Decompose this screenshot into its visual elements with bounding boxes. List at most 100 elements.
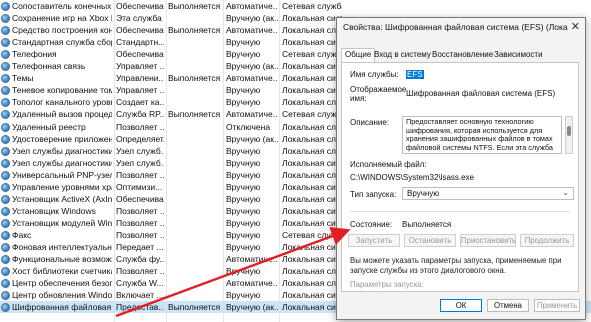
close-icon[interactable]: ✕	[571, 20, 580, 33]
tab-dependencies[interactable]: Зависимости	[491, 49, 546, 61]
status-label: Состояние:	[350, 220, 393, 229]
service-desc-cell: Служба W...	[116, 278, 164, 289]
description-box[interactable]: Предоставляет основную технологию шифров…	[402, 116, 562, 154]
service-name-cell: Телефонная связь	[12, 61, 86, 72]
service-logon-cell: Сетевая служба	[282, 109, 342, 120]
service-name-cell: Факс	[12, 229, 32, 240]
service-logon-cell: Локальная служб	[282, 169, 342, 180]
service-name-cell: Хост библиотеки счетчика ...	[12, 266, 112, 277]
service-name-value[interactable]: EFS	[406, 70, 424, 79]
service-gear-icon	[1, 2, 10, 11]
service-startup-cell: Вручную	[226, 169, 261, 180]
service-name-label: Имя службы:	[350, 70, 399, 79]
service-startup-cell: Автоматиче...	[226, 73, 278, 84]
service-gear-icon	[1, 303, 10, 313]
service-gear-icon	[1, 255, 10, 265]
service-logon-cell: Локальная служб	[282, 133, 342, 144]
service-startup-cell: Вручную	[226, 37, 261, 48]
service-desc-cell: Обеспечива...	[116, 1, 164, 11]
tab-recovery[interactable]: Восстановление	[429, 49, 496, 61]
service-logon-cell: Локальная служб	[282, 97, 342, 108]
service-state-cell: Выполняется	[168, 109, 220, 120]
service-gear-icon	[1, 26, 10, 36]
service-startup-cell: Автоматиче...	[226, 109, 278, 120]
service-desc-cell: Позволяет ...	[116, 169, 164, 180]
service-gear-icon	[1, 74, 10, 84]
tab-logon[interactable]: Вход в систему	[371, 49, 434, 61]
service-startup-cell: Вручную (ак...	[226, 133, 278, 144]
ok-button[interactable]: ОК	[440, 299, 482, 312]
service-name-cell: Управление уровнями хран...	[12, 181, 112, 192]
service-gear-icon	[1, 170, 10, 180]
service-logon-cell: Локальная систе	[282, 61, 342, 72]
service-startup-cell: Вручную	[226, 229, 261, 240]
service-name-cell: Сопоставитель конечных т...	[12, 1, 112, 11]
description-scrollbar[interactable]	[565, 116, 573, 154]
scroll-thumb[interactable]	[567, 126, 571, 136]
service-desc-cell: Эта служба ...	[116, 13, 164, 24]
pause-button[interactable]: Приостановить	[460, 234, 516, 247]
service-logon-cell: Локальная систе	[282, 242, 342, 252]
table-row[interactable]: Сопоставитель конечных т... Обеспечива...…	[0, 0, 591, 12]
service-desc-cell: Позволяет ...	[116, 266, 164, 277]
efs-properties-dialog: Свойства: Шифрованная файловая система (…	[336, 17, 586, 320]
service-desc-cell: Позволяет ...	[116, 217, 164, 228]
service-desc-cell: Обеспечива...	[116, 193, 164, 204]
service-startup-cell: Вручную (ак...	[226, 302, 278, 313]
service-name-cell: Универсальный PNP-узел	[12, 169, 112, 180]
stop-button[interactable]: Остановить	[404, 234, 456, 247]
service-desc-cell: Определяет...	[116, 133, 164, 144]
service-gear-icon	[1, 158, 10, 168]
resume-button[interactable]: Продолжить	[520, 234, 574, 247]
service-gear-icon	[1, 218, 10, 228]
cancel-button[interactable]: Отмена	[487, 299, 529, 312]
service-gear-icon	[1, 86, 10, 96]
apply-button[interactable]: Применить	[534, 299, 580, 312]
service-desc-cell: Управляет ...	[116, 85, 164, 96]
service-name-cell: Удаленный вызов процеду...	[12, 109, 112, 120]
service-startup-cell: Вручную	[226, 145, 261, 156]
service-name-cell: Тополог канального уровня	[12, 97, 112, 108]
service-logon-cell: Сетевая служба	[282, 49, 342, 60]
startup-type-select[interactable]: Вручную ⌄	[402, 187, 574, 200]
status-value: Выполняется	[402, 220, 452, 229]
service-startup-cell: Отключена	[226, 121, 271, 132]
display-name-label: Отображаемое имя:	[350, 85, 407, 103]
service-gear-icon	[1, 243, 10, 252]
service-name-cell: Фоновая интеллектуальна...	[12, 242, 112, 252]
service-logon-cell: Локальная систе	[282, 37, 342, 48]
service-name-cell: Темы	[12, 73, 34, 84]
service-logon-cell: Локальная систе	[282, 181, 342, 192]
service-desc-cell: Обеспечива...	[116, 49, 164, 60]
service-startup-cell: Вручную	[226, 193, 261, 204]
service-gear-icon	[1, 14, 10, 24]
service-gear-icon	[1, 291, 10, 301]
service-gear-icon	[1, 182, 10, 192]
service-gear-icon	[1, 98, 10, 108]
service-startup-cell: Вручную	[226, 157, 261, 168]
service-gear-icon	[1, 134, 10, 144]
service-logon-cell: Локальная систе	[282, 254, 342, 265]
service-name-cell: Установщик модулей Wind...	[12, 217, 112, 228]
service-name-cell: Шифрованная файловая сист...	[12, 302, 112, 313]
service-startup-cell: Вручную	[226, 290, 261, 301]
display-name-value[interactable]: Шифрованная файловая система (EFS)	[406, 89, 555, 98]
service-startup-cell: Вручную (ак...	[226, 13, 278, 24]
service-name-cell: Центр обновления Windows	[12, 290, 112, 301]
service-startup-cell: Вручную (ак...	[226, 61, 278, 72]
service-logon-cell: Локальная систе	[282, 157, 342, 168]
service-state-cell: Выполняется	[168, 73, 220, 84]
service-desc-cell: Стандартн...	[116, 37, 164, 48]
service-gear-icon	[1, 110, 10, 120]
service-logon-cell: Локальная служб	[282, 266, 342, 277]
service-logon-cell: Локальная служб	[282, 278, 342, 289]
service-gear-icon	[1, 194, 10, 204]
service-logon-cell: Сетевая служба	[282, 229, 342, 240]
service-startup-cell: Вручную	[226, 266, 261, 277]
service-desc-cell: Узел служб...	[116, 157, 164, 168]
service-desc-cell: Управляет ...	[116, 61, 164, 72]
service-logon-cell: Локальная служб	[282, 145, 342, 156]
service-logon-cell: Локальная служб	[282, 121, 342, 132]
start-button[interactable]: Запустить	[348, 234, 400, 247]
service-gear-icon	[1, 146, 10, 156]
